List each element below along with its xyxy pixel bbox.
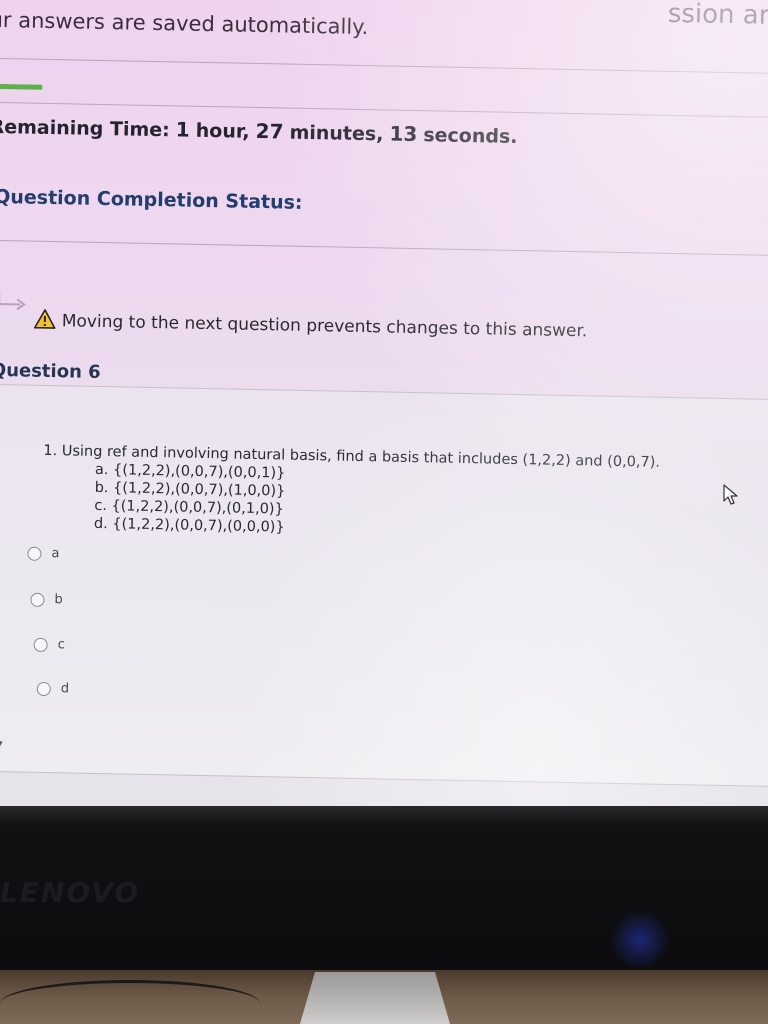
choice-d[interactable]: d bbox=[36, 681, 70, 697]
caret-down-icon[interactable]: ▼ bbox=[0, 740, 3, 750]
warning-icon bbox=[33, 309, 56, 329]
radio-button[interactable] bbox=[33, 637, 48, 652]
choice-label: a bbox=[51, 546, 60, 562]
divider bbox=[0, 239, 768, 257]
choice-label: b bbox=[54, 592, 63, 608]
choice-a[interactable]: a bbox=[27, 546, 60, 562]
arrow-right-icon bbox=[0, 294, 26, 311]
choice-b[interactable]: b bbox=[30, 592, 63, 608]
timer-seconds: 13 bbox=[389, 121, 418, 147]
monitor-stand bbox=[300, 972, 450, 1024]
monitor-logo: LENOVO bbox=[0, 876, 141, 909]
cable bbox=[0, 980, 260, 1024]
warning-message: Moving to the next question prevents cha… bbox=[61, 311, 588, 342]
test-page: ssion are pr ur answers are saved automa… bbox=[0, 0, 768, 812]
power-light bbox=[610, 910, 670, 970]
remaining-time: Remaining Time: 1 hour, 27 minutes, 13 s… bbox=[0, 114, 518, 148]
choice-label: c bbox=[57, 637, 65, 653]
mouse-cursor-icon bbox=[723, 484, 738, 505]
timer-minutes: 27 bbox=[255, 118, 284, 144]
timer-hours: 1 bbox=[175, 117, 190, 142]
question-title: Question 6 bbox=[0, 359, 101, 383]
top-right-text: ssion are pr bbox=[667, 0, 768, 32]
choice-c[interactable]: c bbox=[33, 637, 65, 653]
timer-hours-unit: hour, bbox=[195, 119, 250, 143]
radio-button[interactable] bbox=[30, 592, 45, 607]
photo: ssion are pr ur answers are saved automa… bbox=[0, 0, 768, 1024]
timer-seconds-unit: seconds. bbox=[423, 124, 518, 148]
save-notice: ur answers are saved automatically. bbox=[0, 7, 369, 40]
progress-bar bbox=[0, 83, 43, 90]
divider bbox=[0, 57, 768, 75]
radio-button[interactable] bbox=[36, 681, 51, 696]
remaining-time-label: Remaining Time: bbox=[0, 115, 170, 142]
choice-label: d bbox=[60, 681, 70, 697]
monitor-screen: ssion are pr ur answers are saved automa… bbox=[0, 0, 768, 812]
completion-status-heading: Question Completion Status: bbox=[0, 185, 303, 214]
timer-minutes-unit: minutes, bbox=[289, 121, 384, 146]
radio-button[interactable] bbox=[27, 546, 42, 561]
